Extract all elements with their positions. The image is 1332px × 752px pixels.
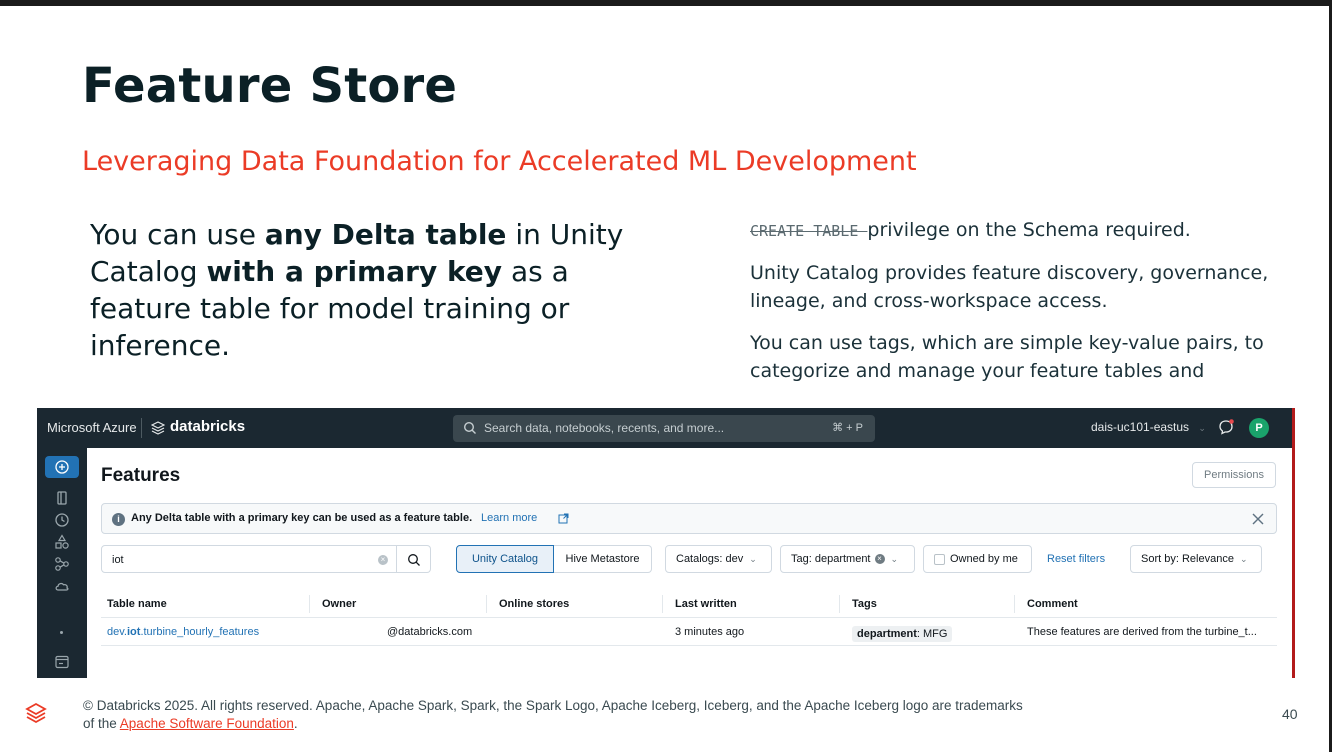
databricks-screenshot: Microsoft Azure databricks Search data, …	[37, 408, 1295, 678]
note-privilege-text: privilege on the Schema required.	[867, 219, 1191, 241]
workflows-icon[interactable]	[54, 556, 70, 572]
slide-subtitle: Leveraging Data Foundation for Accelerat…	[82, 146, 917, 177]
chevron-down-icon: ⌄	[1198, 423, 1206, 433]
workspace-switcher[interactable]: dais-uc101-eastus ⌄	[1091, 420, 1206, 434]
owned-by-me-checkbox[interactable]: Owned by me	[923, 545, 1032, 573]
features-table: Table name Owner Online stores Last writ…	[101, 590, 1277, 646]
sort-dropdown[interactable]: Sort by: Relevance ⌄	[1130, 545, 1262, 573]
table-name-link[interactable]: dev.iot.turbine_hourly_features	[107, 626, 259, 638]
sidebar-divider-dot	[60, 631, 63, 634]
left-statement: You can use any Delta table in Unity Cat…	[90, 216, 650, 364]
external-link-icon[interactable]	[558, 513, 569, 524]
left-bold-1: any Delta table	[264, 218, 507, 251]
console-icon[interactable]	[54, 654, 70, 670]
col-last-written[interactable]: Last written	[675, 598, 737, 610]
compute-cloud-icon[interactable]	[54, 578, 70, 594]
close-icon[interactable]	[1248, 509, 1268, 529]
tag-value: : MFG	[916, 628, 948, 640]
table-name-match: iot	[126, 626, 141, 638]
feature-search-input[interactable]: iot ×	[101, 545, 397, 573]
learn-more-link[interactable]: Learn more	[481, 512, 537, 524]
recents-clock-icon[interactable]	[54, 512, 70, 528]
col-divider	[839, 595, 840, 613]
tag-filter[interactable]: Tag: department × ⌄	[780, 545, 915, 573]
table-name-suffix: .turbine_hourly_features	[140, 626, 260, 638]
filter-bar: iot × Unity Catalog Hive Metastore Catal…	[101, 545, 1291, 573]
info-banner: i Any Delta table with a primary key can…	[101, 503, 1277, 534]
unity-catalog-toggle[interactable]: Unity Catalog	[456, 545, 554, 573]
chevron-down-icon: ⌄	[749, 554, 757, 564]
col-table-name[interactable]: Table name	[107, 598, 167, 610]
new-button[interactable]	[45, 456, 79, 478]
tag-filter-label: Tag: department	[791, 553, 871, 565]
footer-copyright: © Databricks 2025. All rights reserved. …	[83, 697, 1023, 733]
plus-circle-icon	[55, 460, 69, 474]
chat-help-icon[interactable]	[1217, 418, 1235, 436]
asf-link[interactable]: Apache Software Foundation	[120, 716, 294, 731]
top-rule	[0, 0, 1332, 6]
global-search[interactable]: Search data, notebooks, recents, and mor…	[453, 415, 875, 442]
owned-by-me-label: Owned by me	[950, 553, 1018, 565]
search-icon	[408, 554, 420, 566]
catalogs-filter-label: Catalogs: dev	[676, 553, 744, 565]
banner-text: Any Delta table with a primary key can b…	[131, 512, 473, 524]
clear-search-icon[interactable]: ×	[378, 555, 388, 565]
search-shortcut: ⌘ + P	[832, 422, 863, 434]
tag-chip[interactable]: department: MFG	[852, 626, 953, 642]
owner-cell: @databricks.com	[387, 626, 473, 638]
chevron-down-icon: ⌄	[890, 554, 899, 564]
table-row[interactable]: dev.iot.turbine_hourly_features @databri…	[101, 618, 1277, 646]
col-divider	[662, 595, 663, 613]
avatar[interactable]: P	[1249, 418, 1269, 438]
comment-cell: These features are derived from the turb…	[1027, 626, 1257, 638]
search-icon	[463, 421, 476, 434]
app-sidebar	[37, 448, 87, 678]
last-written-cell: 3 minutes ago	[675, 626, 745, 638]
reset-filters-link[interactable]: Reset filters	[1047, 553, 1105, 565]
catalog-shapes-icon[interactable]	[54, 534, 70, 550]
col-tags[interactable]: Tags	[852, 598, 877, 610]
col-divider	[486, 595, 487, 613]
chevron-down-icon: ⌄	[1239, 554, 1248, 564]
col-divider	[1014, 595, 1015, 613]
sort-label: Sort by: Relevance	[1141, 553, 1234, 565]
catalogs-filter[interactable]: Catalogs: dev ⌄	[665, 545, 772, 573]
right-notes: CREATE TABLE privilege on the Schema req…	[750, 216, 1310, 399]
table-name-prefix: dev.	[107, 626, 127, 638]
checkbox-icon	[934, 553, 945, 565]
table-header: Table name Owner Online stores Last writ…	[101, 590, 1277, 618]
workspace-icon[interactable]	[54, 490, 70, 506]
note-tags: You can use tags, which are simple key-v…	[750, 332, 1264, 382]
create-table-code: CREATE TABLE	[750, 222, 868, 240]
search-input-value: iot	[112, 554, 124, 566]
databricks-logo-icon	[151, 421, 165, 435]
search-placeholder: Search data, notebooks, recents, and mor…	[484, 421, 725, 435]
workspace-name: dais-uc101-eastus	[1091, 420, 1190, 434]
note-privilege: CREATE TABLE privilege on the Schema req…	[750, 216, 1310, 245]
features-page: Features Permissions i Any Delta table w…	[87, 448, 1292, 678]
app-topbar: Microsoft Azure databricks Search data, …	[37, 408, 1292, 448]
slide-title: Feature Store	[82, 58, 458, 114]
col-owner[interactable]: Owner	[322, 598, 356, 610]
col-comment[interactable]: Comment	[1027, 598, 1078, 610]
left-text-1: You can use	[90, 218, 265, 251]
col-online-stores[interactable]: Online stores	[499, 598, 569, 610]
col-divider	[309, 595, 310, 613]
permissions-button[interactable]: Permissions	[1192, 462, 1276, 488]
azure-brand: Microsoft Azure	[47, 420, 137, 435]
note-discovery: Unity Catalog provides feature discovery…	[750, 262, 1269, 312]
hive-metastore-toggle[interactable]: Hive Metastore	[554, 545, 652, 573]
brand-divider	[141, 418, 142, 438]
info-icon: i	[112, 513, 125, 526]
footer-end: .	[293, 716, 298, 731]
clear-tag-icon[interactable]: ×	[874, 554, 885, 565]
databricks-wordmark[interactable]: databricks	[170, 418, 245, 435]
search-button[interactable]	[397, 545, 431, 573]
tag-key: department	[857, 628, 917, 640]
left-bold-2: with a primary key	[206, 255, 503, 288]
databricks-footer-logo-icon	[25, 702, 47, 724]
page-title: Features	[101, 465, 181, 486]
page-number: 40	[1282, 706, 1298, 722]
